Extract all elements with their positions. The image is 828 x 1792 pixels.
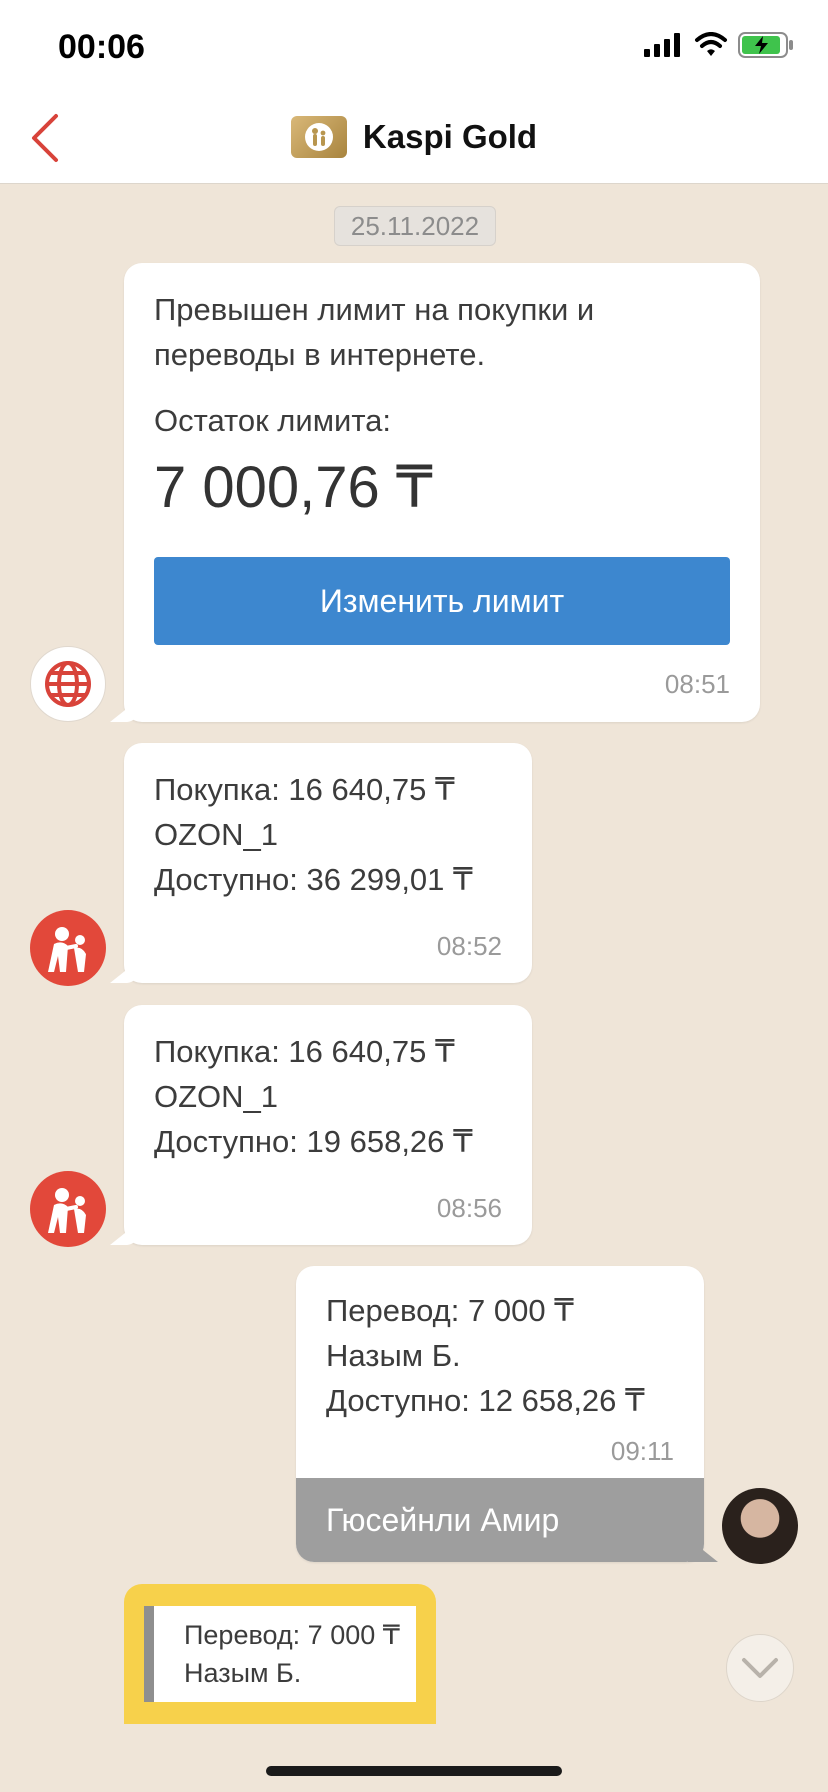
nav-title-group: Kaspi Gold	[0, 116, 828, 158]
kaspi-gold-logo	[290, 116, 347, 158]
scroll-down-button[interactable]	[726, 1634, 794, 1702]
kaspi-avatar	[30, 1171, 106, 1247]
message-transfer: Перевод: 7 000 ₸ Назым Б. Доступно: 12 6…	[296, 1266, 718, 1562]
signal-icon	[644, 33, 680, 57]
kaspi-family-icon	[48, 927, 86, 972]
date-separator: 25.11.2022	[334, 206, 496, 246]
bubble-tail	[110, 959, 140, 983]
message-line: Назым Б.	[326, 1338, 461, 1373]
bubble-tail	[110, 1221, 140, 1245]
message-time: 09:11	[610, 1436, 674, 1466]
remaining-limit-label: Остаток лимита:	[154, 403, 392, 438]
message-line: OZON_1	[154, 1079, 279, 1114]
message-text: Перевод: 7 000 ₸ Назым Б. Доступно: 12 6…	[326, 1288, 645, 1423]
message-time: 08:56	[436, 1193, 502, 1223]
remaining-limit-amount: 7 000,76 ₸	[154, 455, 433, 520]
message-line: Доступно: 12 658,26 ₸	[326, 1383, 645, 1418]
message-limit-exceeded: Превышен лимит на покупки и переводы в и…	[110, 263, 760, 722]
change-limit-button[interactable]: Изменить лимит	[154, 557, 730, 645]
globe-avatar	[30, 646, 106, 722]
message-line: Превышен лимит на покупки и	[154, 292, 595, 327]
battery-icon	[738, 32, 793, 58]
kaspi-family-icon	[48, 1188, 86, 1233]
status-icons	[644, 32, 794, 58]
message-time: 08:51	[664, 669, 730, 699]
message-quoted-transfer[interactable]: Перевод: 7 000 ₸ Назым Б.	[124, 1584, 436, 1724]
message-purchase: Покупка: 16 640,75 ₸ OZON_1 Доступно: 36…	[110, 743, 532, 983]
message-line: Доступно: 19 658,26 ₸	[154, 1124, 473, 1159]
message-line: Доступно: 36 299,01 ₸	[154, 862, 473, 897]
quoted-card: Перевод: 7 000 ₸ Назым Б.	[144, 1606, 416, 1702]
message-time: 08:52	[436, 931, 502, 961]
message-line: Перевод: 7 000 ₸	[184, 1620, 400, 1650]
home-indicator[interactable]	[266, 1766, 562, 1776]
wifi-icon	[695, 32, 727, 56]
globe-icon	[45, 661, 91, 707]
kaspi-avatar	[30, 910, 106, 986]
message-purchase: Покупка: 16 640,75 ₸ OZON_1 Доступно: 19…	[110, 1005, 532, 1245]
quoted-text: Перевод: 7 000 ₸ Назым Б.	[184, 1616, 400, 1692]
message-text: Покупка: 16 640,75 ₸ OZON_1 Доступно: 36…	[154, 767, 473, 902]
sender-name[interactable]: Гюсейнли Амир	[296, 1478, 704, 1562]
chat-title: Kaspi Gold	[362, 118, 538, 155]
chevron-down-icon	[742, 1658, 778, 1678]
message-text: Превышен лимит на покупки и переводы в и…	[154, 287, 714, 377]
message-line: Покупка: 16 640,75 ₸	[154, 772, 455, 807]
message-line: Покупка: 16 640,75 ₸	[154, 1034, 455, 1069]
kaspi-family-icon	[304, 123, 333, 151]
message-text: Покупка: 16 640,75 ₸ OZON_1 Доступно: 19…	[154, 1029, 473, 1164]
message-line: Назым Б.	[184, 1658, 302, 1688]
user-avatar[interactable]	[722, 1488, 798, 1564]
top-bar: 00:06 Kaspi Gold	[0, 0, 828, 184]
message-line: переводы в интернете.	[154, 337, 486, 372]
message-line: Перевод: 7 000 ₸	[326, 1293, 574, 1328]
bubble-tail	[110, 698, 140, 722]
message-line: OZON_1	[154, 817, 279, 852]
status-time: 00:06	[58, 28, 145, 66]
